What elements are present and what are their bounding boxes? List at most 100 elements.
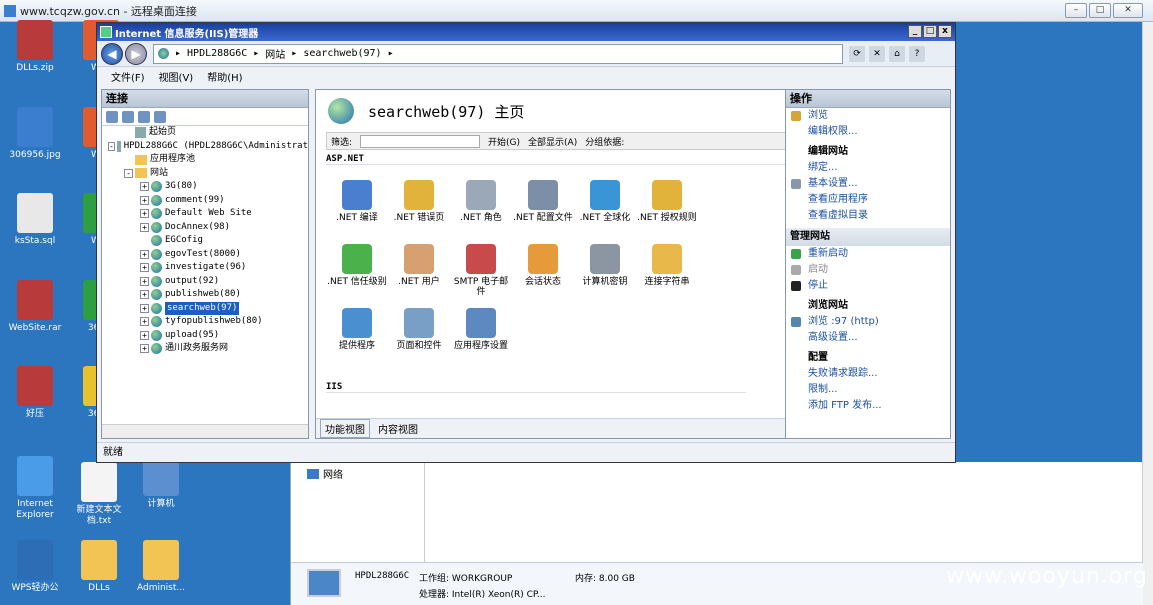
feature-item[interactable]: .NET 用户 [388,244,450,287]
tree-node[interactable]: + investigate(96) [102,261,308,275]
expand-toggle-icon[interactable]: + [140,344,149,354]
tab-features-view[interactable]: 功能视图 [320,419,370,438]
expand-toggle-icon[interactable]: + [140,209,149,219]
tree-node[interactable]: + searchweb(97) [102,301,308,315]
tree-node[interactable]: + egovTest(8000) [102,248,308,262]
action-link[interactable]: 失败请求跟踪... [786,366,950,382]
action-link[interactable]: 重新启动 [786,246,950,262]
desktop-icon[interactable]: DLLs [66,540,132,594]
address-segment[interactable]: HPDL288G6C [187,48,247,59]
minimize-button[interactable]: – [1065,3,1087,18]
expand-toggle-icon[interactable]: + [140,303,149,313]
feature-item[interactable]: .NET 信任级别 [326,244,388,287]
home-icon[interactable]: ⌂ [889,45,905,62]
feature-item[interactable]: 计算机密钥 [574,244,636,287]
expand-toggle-icon[interactable]: + [140,249,149,259]
disconnect-icon[interactable] [154,110,166,123]
tree-node[interactable]: + 通川政务服务网 [102,342,308,356]
network-item[interactable]: 网络 [307,466,343,481]
tree-node[interactable]: + tyfopublishweb(80) [102,315,308,329]
desktop-icon[interactable]: WebSite.rar [2,280,68,334]
desktop-icon[interactable]: DLLs.zip [2,20,68,74]
tree-node[interactable]: + output(92) [102,275,308,289]
desktop-icon[interactable]: 306956.jpg [2,107,68,161]
expand-toggle-icon[interactable]: + [140,317,149,327]
tree-node[interactable]: + publishweb(80) [102,288,308,302]
refresh-icon[interactable]: ⟳ [849,45,865,62]
menu-view[interactable]: 视图(V) [159,69,194,84]
expand-toggle-icon[interactable]: + [140,330,149,340]
feature-item[interactable]: 页面和控件 [388,308,450,351]
address-box[interactable]: ▸ HPDL288G6C ▸ 网站 ▸ searchweb(97) ▸ [153,43,843,64]
connect-icon[interactable] [106,110,118,123]
iis-minimize-button[interactable]: _ [908,25,922,38]
expand-toggle-icon[interactable]: - [124,168,133,178]
action-link[interactable]: 浏览 :97 (http) [786,314,950,330]
explorer-splitter[interactable] [424,462,425,562]
action-link[interactable]: 启动 [786,262,950,278]
desktop-icon[interactable]: WPS轻办公 [2,540,68,594]
desktop-icon[interactable]: Administ... [128,540,194,594]
filter-start-button[interactable]: 开始(G) [488,135,520,148]
desktop-icon[interactable]: 计算机 [128,456,194,510]
expand-toggle-icon[interactable]: + [140,263,149,273]
tree-node[interactable]: - 网站 [102,167,308,181]
address-segment[interactable]: searchweb(97) [303,48,381,59]
address-segment[interactable]: 网站 [265,46,285,61]
feature-item[interactable]: .NET 配置文件 [512,180,574,223]
expand-toggle-icon[interactable]: + [140,290,149,300]
tab-content-view[interactable]: 内容视图 [378,421,418,436]
tree-node[interactable]: EGCofig [102,234,308,248]
desktop-icon[interactable]: 新建文本文档.txt [66,462,132,527]
forward-button[interactable]: ▶ [125,42,147,65]
feature-item[interactable]: 提供程序 [326,308,388,351]
up-icon[interactable] [138,110,150,123]
action-link[interactable]: 限制... [786,382,950,398]
action-link[interactable]: 基本设置... [786,176,950,192]
menu-help[interactable]: 帮助(H) [207,69,242,84]
desktop-icon[interactable]: Internet Explorer [2,456,68,521]
feature-item[interactable]: 连接字符串 [636,244,698,287]
close-button[interactable]: ✕ [1113,3,1143,18]
expand-toggle-icon[interactable]: + [140,182,149,192]
feature-item[interactable]: .NET 授权规则 [636,180,698,223]
feature-item[interactable]: .NET 全球化 [574,180,636,223]
tree-scrollbar[interactable] [102,424,308,438]
tree-node[interactable]: +3G(80) [102,180,308,194]
iis-maximize-button[interactable]: □ [923,25,937,38]
rdp-scrollbar[interactable] [1142,22,1153,605]
feature-item[interactable]: .NET 错误页 [388,180,450,223]
feature-item[interactable]: .NET 角色 [450,180,512,223]
restore-button[interactable]: □ [1089,3,1111,18]
expand-toggle-icon[interactable]: + [140,276,149,286]
tree-node[interactable]: + Default Web Site [102,207,308,221]
action-link[interactable]: 编辑权限... [786,124,950,140]
back-button[interactable]: ◀ [101,42,123,65]
expand-toggle-icon[interactable]: + [140,195,149,205]
tree-node[interactable]: 应用程序池 [102,153,308,167]
action-link[interactable]: 绑定... [786,160,950,176]
tree-node[interactable]: + comment(99) [102,194,308,208]
feature-item[interactable]: .NET 编译 [326,180,388,223]
menu-file[interactable]: 文件(F) [111,69,145,84]
desktop-icon[interactable]: ksSta.sql [2,193,68,247]
action-link[interactable]: 查看虚拟目录 [786,208,950,224]
action-link[interactable]: 浏览 [786,108,950,124]
tree-node[interactable]: - HPDL288G6C (HPDL288G6C\Administrat [102,140,308,154]
action-link[interactable]: 停止 [786,278,950,294]
feature-item[interactable]: SMTP 电子邮件 [450,244,512,297]
help-icon[interactable]: ? [909,45,925,62]
tree-node[interactable]: 起始页 [102,126,308,140]
desktop-icon[interactable]: 好压 [2,366,68,420]
save-icon[interactable] [122,110,134,123]
action-link[interactable]: 高级设置... [786,330,950,346]
expand-toggle-icon[interactable]: + [140,222,149,232]
feature-item[interactable]: 会话状态 [512,244,574,287]
action-link[interactable]: 添加 FTP 发布... [786,398,950,414]
tree-node[interactable]: + DocAnnex(98) [102,221,308,235]
action-link[interactable]: 查看应用程序 [786,192,950,208]
tree-node[interactable]: + upload(95) [102,329,308,343]
filter-input[interactable] [360,134,481,148]
feature-item[interactable]: 应用程序设置 [450,308,512,351]
expand-toggle-icon[interactable]: - [108,141,115,151]
